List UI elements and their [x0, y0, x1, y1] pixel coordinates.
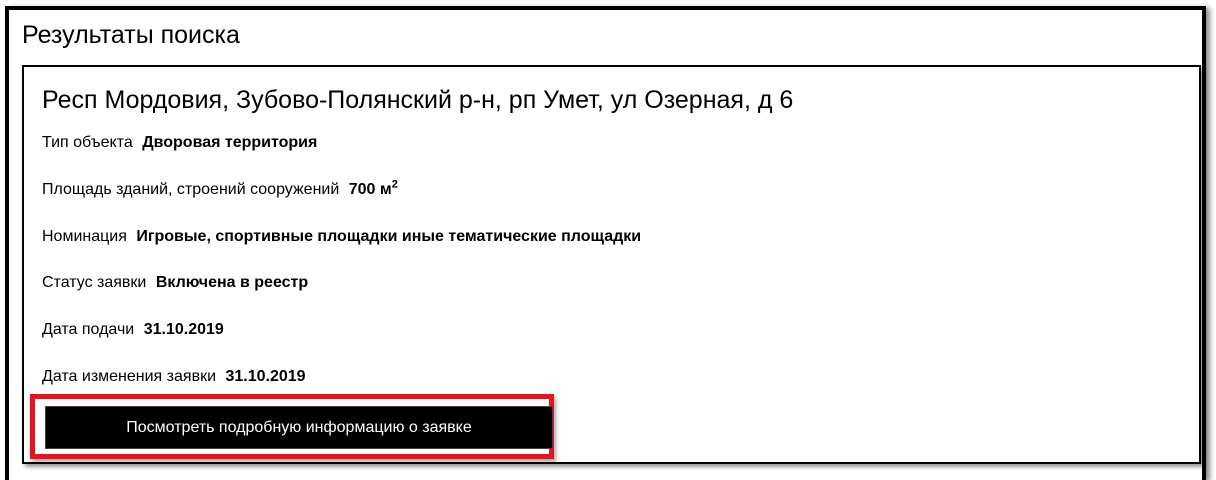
- field-label: Дата подачи: [42, 321, 135, 338]
- page-title: Результаты поиска: [22, 21, 240, 49]
- button-highlight-frame: Посмотреть подробную информацию о заявке: [30, 394, 554, 459]
- field-value: 31.10.2019: [143, 321, 224, 338]
- result-address: Респ Мордовия, Зубово-Полянский р-н, рп …: [42, 86, 794, 114]
- field-status: Статус заявки Включена в реестр: [42, 273, 308, 293]
- field-area: Площадь зданий, строений сооружений 700 …: [42, 178, 398, 200]
- field-date-submitted: Дата подачи 31.10.2019: [42, 320, 224, 340]
- field-value: Дворовая территория: [142, 134, 318, 151]
- field-value: 700 м2: [348, 178, 398, 198]
- area-unit-exponent: 2: [391, 178, 398, 191]
- field-label: Дата изменения заявки: [42, 368, 216, 385]
- status-value: Включена в реестр: [155, 274, 309, 291]
- result-card: Респ Мордовия, Зубово-Полянский р-н, рп …: [22, 65, 1201, 464]
- field-value: 31.10.2019: [225, 368, 306, 385]
- field-label: Статус заявки: [42, 274, 147, 291]
- field-label: Тип объекта: [42, 134, 133, 151]
- field-value: Игровые, спортивные площадки иные темати…: [136, 228, 642, 245]
- field-object-type: Тип объекта Дворовая территория: [42, 133, 317, 153]
- field-label: Номинация: [42, 228, 127, 245]
- field-date-changed: Дата изменения заявки 31.10.2019: [42, 367, 306, 387]
- field-label: Площадь зданий, строений сооружений: [42, 181, 340, 198]
- field-nomination: Номинация Игровые, спортивные площадки и…: [42, 227, 641, 247]
- area-value: 700 м: [348, 181, 392, 198]
- view-details-button[interactable]: Посмотреть подробную информацию о заявке: [45, 406, 553, 449]
